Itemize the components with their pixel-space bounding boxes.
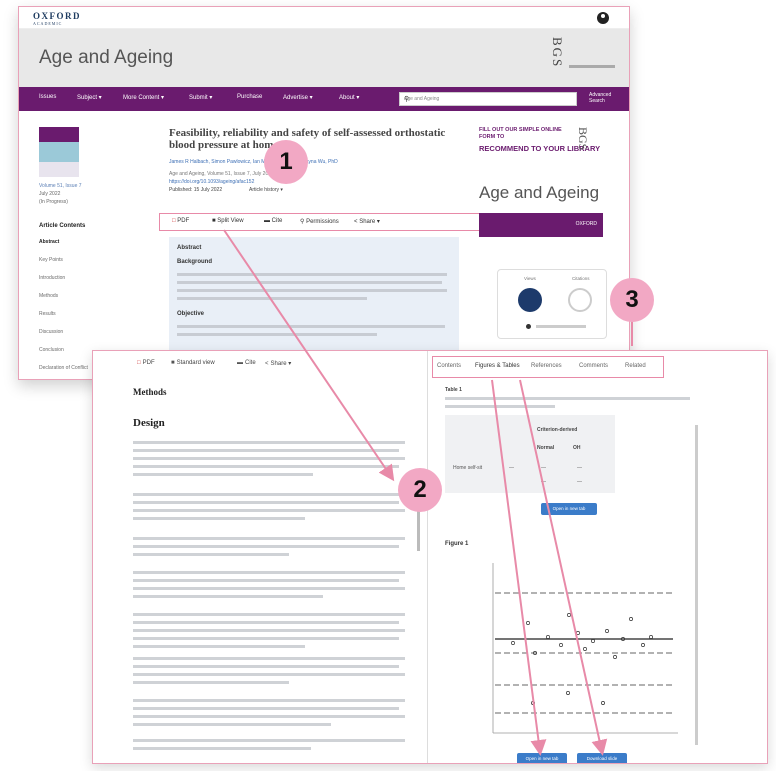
arrow-tools-to-split-view [223, 229, 395, 482]
callout-2: 2 [398, 468, 442, 512]
callout-1: 1 [264, 140, 308, 184]
callout-3: 3 [610, 278, 654, 322]
annotation-arrows [223, 229, 633, 756]
